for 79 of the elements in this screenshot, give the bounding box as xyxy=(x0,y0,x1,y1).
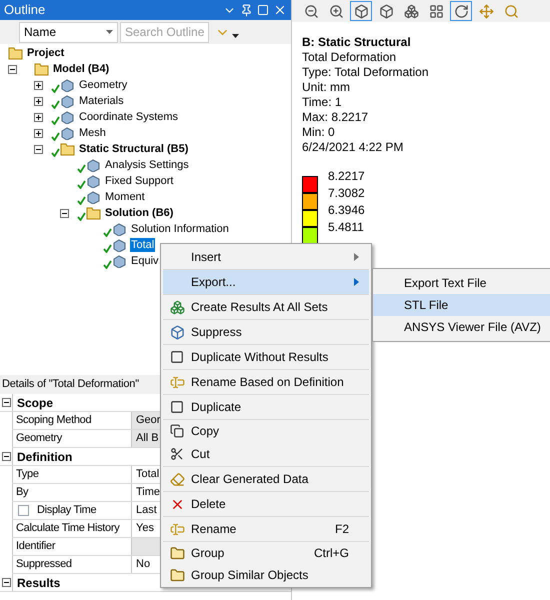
property-name: Display Time xyxy=(12,502,132,519)
expand-toggle[interactable] xyxy=(2,578,10,587)
tree-item[interactable]: Analysis Settings xyxy=(104,158,190,172)
menu-item[interactable]: Cut xyxy=(163,442,369,467)
legend-label: 7.3082 xyxy=(328,185,365,202)
copy-icon xyxy=(170,424,184,438)
menu-item[interactable]: Export... xyxy=(163,270,369,295)
result-info: Min: 0 xyxy=(302,125,336,140)
maximize-icon[interactable] xyxy=(257,4,269,16)
dropdown-icon[interactable] xyxy=(232,34,239,38)
checkbox[interactable] xyxy=(18,505,29,516)
result-title: B: Static Structural xyxy=(302,35,412,50)
tree-item[interactable]: Static Structural (B5) xyxy=(78,142,190,156)
result-info: Total Deformation xyxy=(302,50,398,65)
result-info: Max: 8.2217 xyxy=(302,110,370,125)
tree-item[interactable]: Project xyxy=(26,46,66,60)
folder-icon xyxy=(170,546,184,560)
result-info: Time: 1 xyxy=(302,95,343,110)
rename-icon xyxy=(170,374,184,390)
menu-item[interactable]: STL File xyxy=(373,294,550,316)
tree-item[interactable]: Solution Information xyxy=(130,222,230,236)
submenu-arrow-icon xyxy=(354,278,359,286)
submenu-arrow-icon xyxy=(354,253,359,261)
tree-item[interactable]: Total xyxy=(130,238,156,252)
expand-toggle[interactable] xyxy=(34,128,43,138)
legend-label: 6.3946 xyxy=(328,202,365,219)
result-info: Type: Total Deformation xyxy=(302,65,430,80)
tree-item[interactable]: Materials xyxy=(78,94,125,108)
menu-item[interactable]: Suppress xyxy=(163,320,369,345)
scissors-icon xyxy=(170,447,184,461)
menu-item[interactable]: Group Ctrl+G xyxy=(163,542,369,564)
cubes-icon xyxy=(170,300,184,314)
folder-icon xyxy=(86,206,101,220)
eraser-icon xyxy=(170,472,184,486)
folder-icon xyxy=(170,568,184,582)
expand-toggle[interactable] xyxy=(60,208,69,218)
menu-item[interactable]: Delete xyxy=(163,492,369,517)
menu-item[interactable]: Rename F2 xyxy=(163,517,369,542)
menu-item[interactable]: Rename Based on Definition xyxy=(163,370,369,395)
menu-item[interactable]: Duplicate xyxy=(163,395,369,420)
expand-toggle[interactable] xyxy=(34,112,43,122)
rename-icon xyxy=(170,522,184,536)
rotate-tool[interactable] xyxy=(450,1,472,21)
tree-item[interactable]: Fixed Support xyxy=(104,174,174,188)
result-info: 6/24/2021 4:22 PM xyxy=(302,140,404,155)
tree-item[interactable]: Moment xyxy=(104,190,146,204)
close-icon[interactable] xyxy=(273,3,287,17)
tree-item[interactable]: Model (B4) xyxy=(52,62,110,76)
tree-item[interactable]: Equiv xyxy=(130,254,160,268)
caret-icon xyxy=(106,30,113,34)
menu-item[interactable]: Export Text File xyxy=(373,272,550,294)
panel-title: Outline xyxy=(4,1,46,20)
tree-item[interactable]: Geometry xyxy=(78,78,128,92)
cube-tool[interactable] xyxy=(350,1,372,21)
menu-item[interactable]: Clear Generated Data xyxy=(163,467,369,492)
tree-item[interactable]: Solution (B6) xyxy=(104,206,174,220)
menu-item[interactable]: Copy xyxy=(163,420,369,442)
shortcut-label: Ctrl+G xyxy=(314,545,349,562)
expand-toggle[interactable] xyxy=(34,80,43,90)
shortcut-label: F2 xyxy=(334,521,349,538)
menu-item[interactable]: Create Results At All Sets xyxy=(163,295,369,320)
tree-item[interactable]: Coordinate Systems xyxy=(78,110,180,124)
expand-toggle[interactable] xyxy=(34,96,43,106)
folder-icon xyxy=(60,142,75,156)
tree-item[interactable]: Mesh xyxy=(78,126,107,140)
legend-label: 8.2217 xyxy=(328,168,365,185)
expand-toggle[interactable] xyxy=(8,64,17,74)
pin-icon[interactable] xyxy=(240,4,253,16)
menu-item[interactable]: Duplicate Without Results xyxy=(163,345,369,370)
menu-item[interactable]: ANSYS Viewer File (AVZ) xyxy=(373,316,550,338)
expand-toggle[interactable] xyxy=(2,398,10,407)
result-info: Unit: mm xyxy=(302,80,351,95)
search-field[interactable]: Search Outline xyxy=(120,22,209,42)
folder-icon xyxy=(8,46,23,60)
expand-toggle[interactable] xyxy=(34,144,43,154)
name-dropdown[interactable]: Name xyxy=(19,22,118,42)
legend-label: 5.4811 xyxy=(328,219,365,236)
folder-icon xyxy=(34,62,49,76)
expand-toggle[interactable] xyxy=(2,452,10,461)
